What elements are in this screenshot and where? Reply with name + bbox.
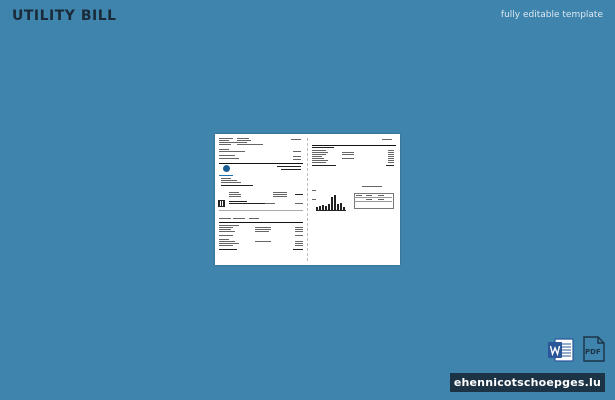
pdf-label: PDF [585,348,601,356]
word-document-icon[interactable] [548,338,574,362]
company-logo-icon [223,165,230,172]
bill-page-1 [215,134,307,265]
usage-bar-chart [316,192,346,210]
page-subtitle: fully editable template [500,10,603,20]
site-watermark: ehennicotschoepges.lu [449,373,605,392]
bill-page-2 [308,134,400,265]
bill-preview-thumbnail[interactable] [215,134,400,265]
pdf-document-icon[interactable]: PDF [583,336,605,362]
page-title: UTILITY BILL [12,8,117,24]
qr-code-icon [218,200,225,207]
